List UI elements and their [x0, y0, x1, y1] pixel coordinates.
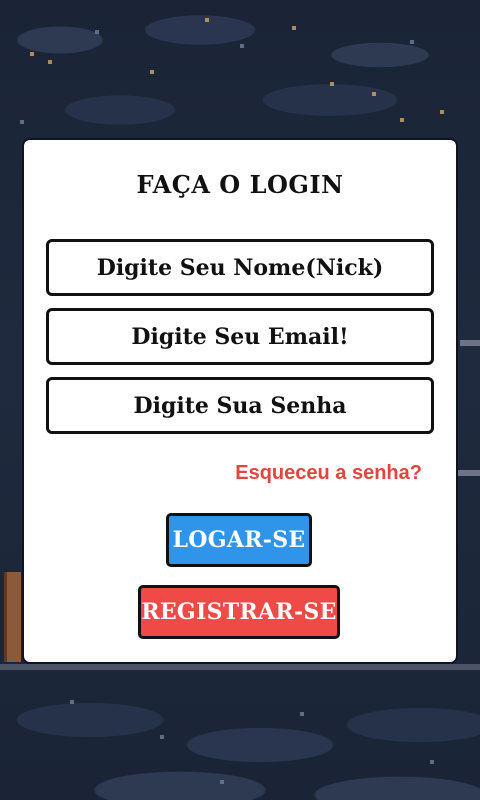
background-ledge [0, 664, 480, 670]
background-speck [48, 60, 52, 64]
background-speck [160, 735, 164, 739]
background-post [4, 572, 21, 662]
background-speck [220, 780, 224, 784]
background-speck [150, 70, 154, 74]
background-speck [240, 44, 244, 48]
background-speck [292, 26, 296, 30]
nick-field-box [46, 239, 434, 296]
login-title: FAÇA O LOGIN [136, 170, 344, 199]
background-ledge [460, 340, 480, 346]
password-field-box [46, 377, 434, 434]
email-input[interactable] [49, 322, 431, 351]
background-speck [20, 120, 24, 124]
background-speck [300, 712, 304, 716]
background-ledge [456, 470, 480, 476]
background-speck [410, 40, 414, 44]
forgot-password-link[interactable]: Esqueceu a senha? [235, 462, 422, 485]
background-speck [440, 110, 444, 114]
email-field-box [46, 308, 434, 365]
register-button[interactable]: REGISTRAR-SE [138, 585, 340, 639]
background-speck [372, 92, 376, 96]
nick-input[interactable] [49, 253, 431, 282]
background-speck [430, 760, 434, 764]
background-speck [30, 52, 34, 56]
background-speck [95, 30, 99, 34]
background-speck [205, 18, 209, 22]
background-speck [70, 700, 74, 704]
background-speck [330, 82, 334, 86]
login-button[interactable]: LOGAR-SE [166, 513, 312, 567]
background-speck [400, 118, 404, 122]
password-input[interactable] [49, 391, 431, 420]
